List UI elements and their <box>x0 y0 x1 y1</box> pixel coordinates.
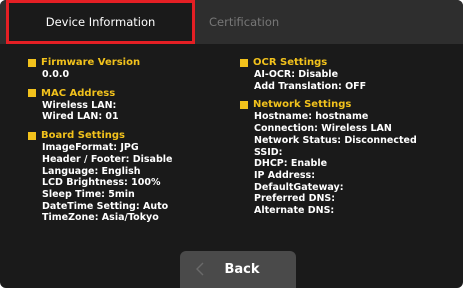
board-timezone: TimeZone: Asia/Tokyo <box>42 212 159 224</box>
board-title: Board Settings <box>41 130 126 142</box>
square-bullet-icon <box>28 131 36 140</box>
chevron-left-icon <box>196 262 204 276</box>
ocr-ai-ocr: AI-OCR: Disable <box>254 69 339 80</box>
back-button-label: Back <box>224 262 260 277</box>
ocr-section: OCR Settings AI-OCR: Disable Add Transla… <box>240 56 450 92</box>
firmware-title: Firmware Version <box>41 57 141 68</box>
network-dhcp: DHCP: Enable <box>254 158 328 170</box>
square-bullet-icon <box>28 89 36 98</box>
network-alternate-dns: Alternate DNS: <box>254 205 335 217</box>
ocr-title: OCR Settings <box>253 57 328 68</box>
square-bullet-icon <box>240 100 248 109</box>
left-column: Firmware Version 0.0.0 MAC Address Wirel… <box>28 56 218 230</box>
mac-section: MAC Address Wireless LAN: Wired LAN: 01 <box>28 87 218 123</box>
square-bullet-icon <box>240 58 248 67</box>
board-lcd-brightness: LCD Brightness: 100% <box>42 177 161 189</box>
network-ip-address: IP Address: <box>254 169 315 181</box>
network-status: Network Status: Disconnected <box>254 134 417 146</box>
firmware-section: Firmware Version 0.0.0 <box>28 56 218 81</box>
firmware-section-head: Firmware Version <box>28 56 218 69</box>
right-column: OCR Settings AI-OCR: Disable Add Transla… <box>240 56 450 223</box>
board-language: Language: English <box>42 165 141 177</box>
network-hostname: Hostname: hostname <box>254 111 369 123</box>
network-ssid: SSID: <box>254 146 283 158</box>
tab-bar: Device Information Certification <box>0 0 463 44</box>
network-connection: Connection: Wireless LAN <box>254 123 392 135</box>
board-section-head: Board Settings <box>28 129 218 142</box>
device-info-screen: Device Information Certification Firmwar… <box>0 0 463 288</box>
ocr-section-head: OCR Settings <box>240 56 450 69</box>
tab-certification-label: Certification <box>209 15 280 29</box>
network-default-gateway: DefaultGateway: <box>254 181 344 193</box>
mac-title: MAC Address <box>41 87 116 99</box>
firmware-value: 0.0.0 <box>42 69 70 80</box>
square-bullet-icon <box>28 58 36 67</box>
tab-certification[interactable]: Certification <box>195 0 345 44</box>
network-section-head: Network Settings <box>240 98 450 111</box>
board-header-footer: Header / Footer: Disable <box>42 153 173 165</box>
mac-wired: Wired LAN: 01 <box>42 111 119 123</box>
mac-section-head: MAC Address <box>28 87 218 100</box>
board-section: Board Settings ImageFormat: JPG Header /… <box>28 129 218 224</box>
board-image-format: ImageFormat: JPG <box>42 142 139 154</box>
network-title: Network Settings <box>253 99 352 111</box>
tab-device-information-label: Device Information <box>45 15 156 29</box>
network-section: Network Settings Hostname: hostname Conn… <box>240 98 450 216</box>
network-preferred-dns: Preferred DNS: <box>254 193 336 205</box>
board-sleep-time: Sleep Time: 5min <box>42 188 135 200</box>
back-button[interactable]: Back <box>180 251 296 288</box>
ocr-add-translation: Add Translation: OFF <box>254 80 367 92</box>
mac-wireless: Wireless LAN: <box>42 99 117 111</box>
tab-device-information[interactable]: Device Information <box>6 0 195 44</box>
board-datetime: DateTime Setting: Auto <box>42 200 169 212</box>
